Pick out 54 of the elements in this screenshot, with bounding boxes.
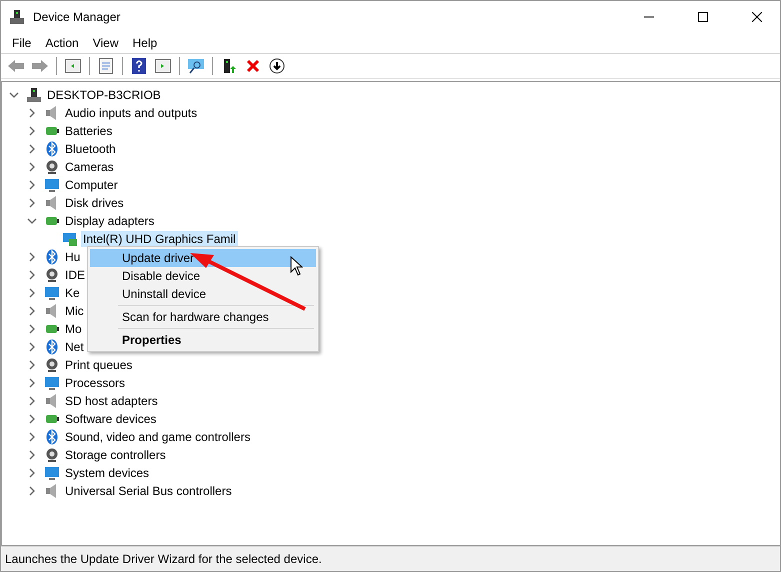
device-icon [44, 339, 60, 355]
device-icon [44, 447, 60, 463]
tree-item[interactable]: DESKTOP-B3CRIOB [45, 87, 163, 103]
device-icon [44, 177, 60, 193]
tree-item[interactable]: Hu [63, 249, 82, 265]
device-icon [44, 375, 60, 391]
display-adapter-icon [62, 231, 78, 247]
tree-item[interactable]: Sound, video and game controllers [63, 429, 252, 445]
tree-item[interactable]: Mic [63, 303, 86, 319]
status-bar: Launches the Update Driver Wizard for the selected device. [1, 546, 780, 571]
tree-item[interactable]: Print queues [63, 357, 134, 373]
device-icon [44, 357, 60, 373]
tree-item[interactable]: Ke [63, 285, 82, 301]
tree-item[interactable]: Net [63, 339, 86, 355]
tree-item[interactable]: SD host adapters [63, 393, 160, 409]
tree-item[interactable]: Disk drives [63, 195, 126, 211]
cross-icon [246, 59, 260, 73]
menu-item[interactable]: Help [126, 36, 164, 50]
tree-item[interactable]: Universal Serial Bus controllers [63, 483, 234, 499]
tree-item[interactable]: Storage controllers [63, 447, 168, 463]
tree-item[interactable]: Bluetooth [63, 141, 118, 157]
tree-item[interactable]: Audio inputs and outputs [63, 105, 200, 121]
context-menu-item[interactable]: Disable device [90, 267, 316, 285]
device-icon [44, 267, 60, 283]
tree-item[interactable]: Cameras [63, 159, 116, 175]
tree-item[interactable]: System devices [63, 465, 152, 481]
context-menu-item[interactable]: Uninstall device [90, 285, 316, 303]
context-menu-item[interactable]: Scan for hardware changes [90, 308, 316, 326]
context-menu-item[interactable]: Properties [90, 331, 316, 349]
device-icon [44, 141, 60, 157]
tree-item[interactable]: Batteries [63, 123, 114, 139]
cursor-icon [290, 256, 303, 276]
tree-item[interactable]: Mo [63, 321, 84, 337]
device-icon [44, 249, 60, 265]
device-icon [44, 285, 60, 301]
menu-item[interactable]: File [5, 36, 38, 50]
device-icon [44, 159, 60, 175]
tree-item[interactable]: IDE [63, 267, 88, 283]
device-icon [44, 465, 60, 481]
tree-item[interactable]: Computer [63, 177, 120, 193]
context-menu-item[interactable]: Update driver [90, 249, 316, 267]
tree-item[interactable]: Software devices [63, 411, 158, 427]
window-title: Device Manager [33, 10, 122, 24]
app-icon [9, 8, 25, 24]
device-up-arrow-icon [221, 58, 237, 74]
device-icon [44, 429, 60, 445]
menu-item[interactable]: Action [38, 36, 86, 50]
tree-item[interactable]: Intel(R) UHD Graphics Famil [81, 231, 238, 247]
computer-icon [26, 87, 42, 103]
menu-item[interactable]: View [86, 36, 126, 50]
close-icon [752, 12, 762, 22]
tree-item[interactable]: Display adapters [63, 213, 156, 229]
maximize-icon [698, 12, 708, 22]
tree-item[interactable]: Processors [63, 375, 128, 391]
